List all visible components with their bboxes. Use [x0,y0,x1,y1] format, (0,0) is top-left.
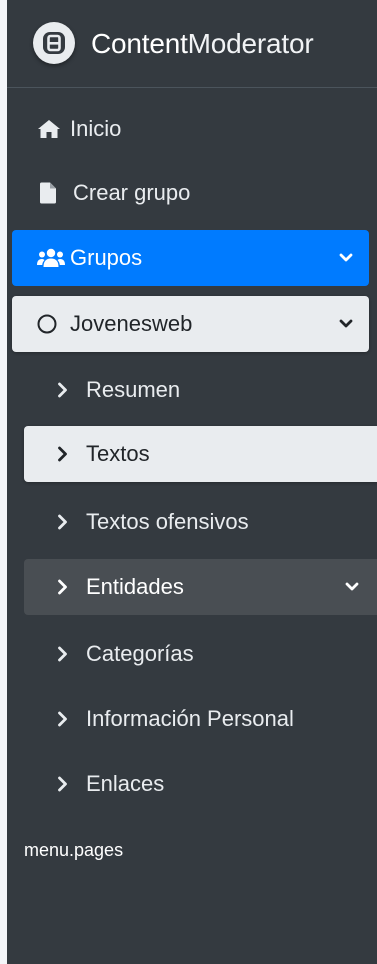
brand-name: ContentModerator [91,28,314,60]
nav-item-label: Jovenesweb [70,311,193,336]
sub-item-label: Enlaces [86,771,165,796]
sidebar: ContentModerator Inicio Crear grupo Grup… [0,0,377,964]
chevron-right-icon [58,446,67,462]
sub-item-label: Entidades [86,574,184,599]
sub-item-label: Textos [86,441,150,466]
sub-item-enlaces[interactable]: Enlaces [24,756,377,812]
chevron-right-icon [58,514,67,530]
sub-item-textos[interactable]: Textos [24,426,377,482]
nav-item-label: Grupos [70,245,143,270]
chevron-right-icon [58,382,67,398]
sub-item-label: Resumen [86,377,181,402]
nav-item-inicio[interactable]: Inicio [12,101,369,157]
home-icon [38,120,60,138]
chevron-right-icon [58,711,67,727]
chevron-right-icon [58,646,67,662]
sub-item-label: Información Personal [86,706,294,731]
chevron-down-icon [345,582,359,591]
sidebar-edge [0,0,7,964]
brand-name-light: Moderator [187,28,314,59]
brand-name-strong: Content [91,28,188,59]
menu-pages-label: menu.pages [24,840,124,860]
sub-item-label: Categorías [86,641,194,666]
sub-item-categorias[interactable]: Categorías [24,626,377,682]
chevron-down-icon [339,319,353,328]
nav-item-grupos[interactable]: Grupos [12,230,369,286]
chevron-down-icon [339,253,353,262]
sub-item-label: Textos ofensivos [86,509,249,534]
users-icon [37,248,65,267]
sub-item-informacion-personal[interactable]: Información Personal [24,691,377,747]
nav-item-jovenesweb[interactable]: Jovenesweb [12,296,369,352]
sub-item-resumen[interactable]: Resumen [24,362,377,418]
nav-item-label: Inicio [70,116,122,141]
nav-item-label: Crear grupo [73,180,191,205]
file-icon [40,182,56,204]
brand-logo-icon [33,22,75,64]
chevron-right-icon [58,776,67,792]
circle-icon [37,314,57,334]
sub-item-textos-ofensivos[interactable]: Textos ofensivos [24,494,377,550]
chevron-right-icon [58,579,67,595]
nav-item-crear-grupo[interactable]: Crear grupo [12,165,369,221]
brand-link[interactable]: ContentModerator [7,0,377,88]
sub-item-entidades[interactable]: Entidades [24,559,377,615]
